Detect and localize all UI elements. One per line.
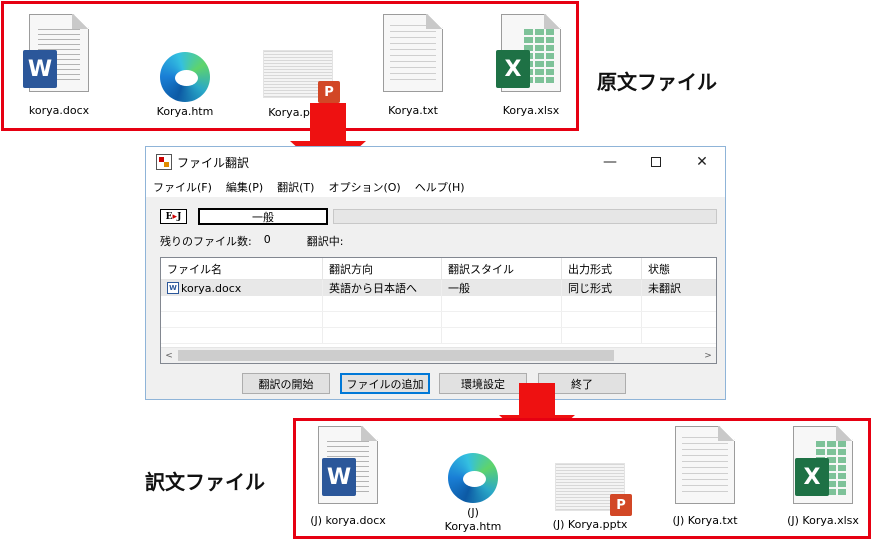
word-file-icon: W: [167, 282, 179, 294]
file-name: (J) korya.docx: [310, 514, 386, 527]
output-file-htm[interactable]: (J) Korya.htm: [435, 453, 511, 534]
ej-direction-icon[interactable]: E ▸ J: [160, 209, 187, 224]
cell-status: 未翻訳: [648, 282, 681, 295]
menu-help[interactable]: ヘルプ(H): [408, 179, 472, 195]
powerpoint-icon: P: [555, 463, 632, 516]
menu-translate[interactable]: 翻訳(T): [270, 179, 321, 195]
title-bar: ファイル翻訳 — ✕: [146, 147, 725, 177]
output-file-pptx[interactable]: P (J) Korya.pptx: [545, 463, 635, 532]
translation-style-field[interactable]: 一般: [198, 208, 328, 225]
menu-bar: ファイル(F) 編集(P) 翻訳(T) オプション(O) ヘルプ(H): [146, 177, 725, 197]
source-file-htm[interactable]: Korya.htm: [147, 52, 223, 119]
word-badge-icon: W: [23, 50, 57, 88]
column-header-filename[interactable]: ファイル名: [161, 258, 323, 279]
file-name: Korya.txt: [388, 104, 438, 117]
word-badge-icon: W: [322, 458, 356, 496]
file-name: (J) Korya.xlsx: [787, 514, 859, 527]
start-translation-button[interactable]: 翻訳の開始: [242, 373, 330, 394]
maximize-button[interactable]: [633, 147, 679, 177]
excel-badge-icon: X: [496, 50, 530, 88]
app-icon: [156, 154, 172, 170]
output-file-docx[interactable]: W (J) korya.docx: [303, 426, 393, 528]
menu-edit[interactable]: 編集(P): [219, 179, 270, 195]
close-button[interactable]: ✕: [679, 147, 725, 177]
text-document-icon: [383, 14, 443, 92]
column-header-style[interactable]: 翻訳スタイル: [442, 258, 562, 279]
table-row[interactable]: Wkorya.docx 英語から日本語へ 一般 同じ形式 未翻訳: [161, 280, 716, 296]
cell-filename: Wkorya.docx: [161, 280, 323, 296]
output-file-xlsx[interactable]: X (J) Korya.xlsx: [780, 426, 866, 528]
file-name: Korya.htm: [156, 105, 214, 118]
file-name: (J) Korya.txt: [672, 514, 738, 527]
file-name: korya.docx: [28, 104, 90, 117]
file-translation-window: ファイル翻訳 — ✕ ファイル(F) 編集(P) 翻訳(T) オプション(O) …: [145, 146, 726, 400]
scroll-right-icon[interactable]: >: [700, 348, 716, 363]
output-file-txt[interactable]: (J) Korya.txt: [665, 426, 745, 528]
add-file-button[interactable]: ファイルの追加: [340, 373, 430, 394]
cell-format: 同じ形式: [562, 280, 642, 296]
empty-row: [161, 328, 716, 344]
column-header-format[interactable]: 出力形式: [562, 258, 642, 279]
cell-style: 一般: [442, 280, 562, 296]
settings-button[interactable]: 環境設定: [439, 373, 527, 394]
edge-browser-icon: [448, 453, 498, 503]
edge-browser-icon: [160, 52, 210, 102]
translation-direction-row: E ▸ J 一般: [160, 208, 717, 226]
file-name: Korya.xlsx: [502, 104, 560, 117]
cell-direction: 英語から日本語へ: [323, 280, 442, 296]
empty-row: [161, 312, 716, 328]
scroll-left-icon[interactable]: <: [161, 348, 177, 363]
translating-label: 翻訳中:: [306, 235, 344, 248]
list-header: ファイル名 翻訳方向 翻訳スタイル 出力形式 状態: [161, 258, 716, 280]
file-name: (J) Korya.htm: [444, 506, 502, 533]
file-list[interactable]: ファイル名 翻訳方向 翻訳スタイル 出力形式 状態 Wkorya.docx 英語…: [160, 257, 717, 364]
empty-row: [161, 296, 716, 312]
source-file-docx[interactable]: W korya.docx: [20, 14, 98, 118]
remaining-files-label: 残りのファイル数:: [160, 235, 252, 248]
source-file-txt[interactable]: Korya.txt: [378, 14, 448, 118]
menu-file[interactable]: ファイル(F): [146, 179, 219, 195]
excel-badge-icon: X: [795, 458, 829, 496]
file-name: (J) Korya.pptx: [552, 518, 628, 531]
output-files-label: 訳文ファイル: [145, 470, 265, 494]
window-title: ファイル翻訳: [177, 155, 250, 170]
remaining-files-count: 0: [263, 233, 271, 246]
scrollbar-thumb[interactable]: [178, 350, 614, 361]
powerpoint-icon: P: [263, 50, 340, 103]
menu-options[interactable]: オプション(O): [321, 179, 407, 195]
source-file-xlsx[interactable]: X Korya.xlsx: [493, 14, 569, 118]
column-header-direction[interactable]: 翻訳方向: [323, 258, 442, 279]
source-files-label: 原文ファイル: [597, 70, 717, 94]
progress-bar: [333, 209, 717, 224]
maximize-icon: [651, 157, 661, 167]
status-row: 残りのファイル数: 0 翻訳中:: [160, 233, 343, 249]
minimize-button[interactable]: —: [587, 147, 633, 177]
column-header-status[interactable]: 状態: [642, 258, 716, 279]
horizontal-scrollbar[interactable]: < >: [161, 347, 716, 363]
text-document-icon: [675, 426, 735, 504]
